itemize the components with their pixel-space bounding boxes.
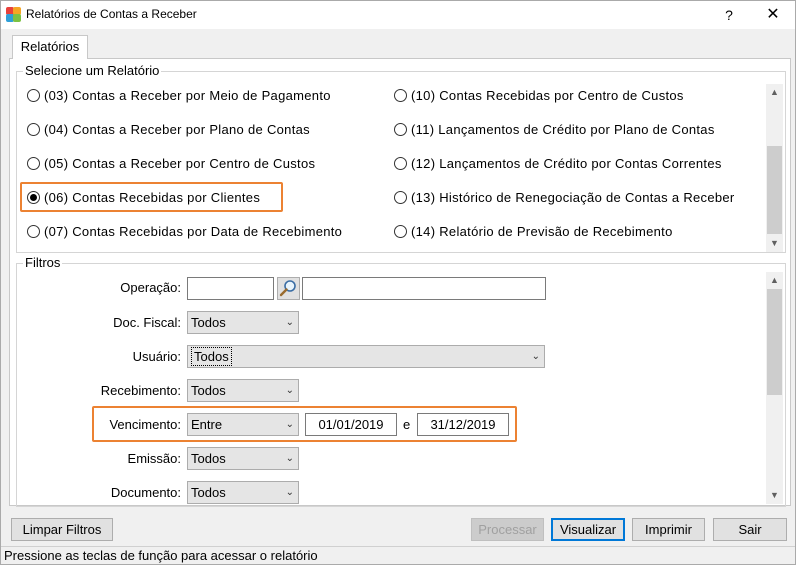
report-option-label: (14) Relatório de Previsão de Recebiment… <box>411 224 673 239</box>
report-option-13[interactable]: (13) Histórico de Renegociação de Contas… <box>394 190 761 205</box>
documento-label: Documento: <box>110 485 181 500</box>
status-text: Pressione as teclas de função para acess… <box>4 548 318 563</box>
doc-fiscal-label: Doc. Fiscal: <box>113 315 181 330</box>
close-button[interactable]: ✕ <box>751 1 795 29</box>
report-option-12[interactable]: (12) Lançamentos de Crédito por Contas C… <box>394 156 722 171</box>
process-button[interactable]: Processar <box>471 518 544 541</box>
chevron-down-icon: ⌄ <box>285 385 294 396</box>
window-title: Relatórios de Contas a Receber <box>26 7 197 21</box>
view-button[interactable]: Visualizar <box>551 518 625 541</box>
clear-filters-button[interactable]: Limpar Filtros <box>11 518 113 541</box>
radio-button[interactable] <box>394 191 407 204</box>
chevron-down-icon: ⌄ <box>285 317 294 328</box>
chevron-down-icon: ⌄ <box>285 453 294 464</box>
emissao-select[interactable]: Todos ⌄ <box>187 447 299 470</box>
filters-legend: Filtros <box>23 255 63 271</box>
radio-button[interactable] <box>27 123 40 136</box>
report-option-11[interactable]: (11) Lançamentos de Crédito por Plano de… <box>394 122 715 137</box>
report-option-03[interactable]: (03) Contas a Receber por Meio de Pagame… <box>27 88 331 103</box>
report-window: Relatórios de Contas a Receber ? ✕ Relat… <box>0 0 796 565</box>
radio-button[interactable] <box>394 123 407 136</box>
report-option-14[interactable]: (14) Relatório de Previsão de Recebiment… <box>394 224 673 239</box>
scroll-down-icon[interactable]: ▼ <box>766 235 783 252</box>
radio-button[interactable] <box>27 225 40 238</box>
usuario-value: Todos <box>191 347 232 366</box>
print-label: Imprimir <box>645 522 692 537</box>
selected-report-highlight <box>20 182 283 212</box>
report-option-label: (11) Lançamentos de Crédito por Plano de… <box>411 122 715 137</box>
operacao-search-button[interactable] <box>277 277 300 300</box>
documento-value: Todos <box>191 485 226 500</box>
tab-panel: Selecione um Relatório (03) Contas a Rec… <box>9 58 791 507</box>
doc-fiscal-select[interactable]: Todos ⌄ <box>187 311 299 334</box>
usuario-select[interactable]: Todos ⌄ <box>187 345 545 368</box>
clear-filters-label: Limpar Filtros <box>22 522 102 537</box>
radio-button[interactable] <box>394 225 407 238</box>
scroll-up-icon[interactable]: ▲ <box>766 84 783 101</box>
recebimento-value: Todos <box>191 383 226 398</box>
documento-select[interactable]: Todos ⌄ <box>187 481 299 504</box>
report-option-label: (04) Contas a Receber por Plano de Conta… <box>44 122 310 137</box>
filters-scrollbar[interactable]: ▲ ▼ <box>766 272 783 504</box>
radio-button[interactable] <box>394 157 407 170</box>
report-selection-group: Selecione um Relatório (03) Contas a Rec… <box>16 63 786 253</box>
recebimento-select[interactable]: Todos ⌄ <box>187 379 299 402</box>
report-selection-legend: Selecione um Relatório <box>23 63 162 79</box>
print-button[interactable]: Imprimir <box>632 518 705 541</box>
radio-button[interactable] <box>27 157 40 170</box>
radio-button[interactable] <box>27 89 40 102</box>
scroll-down-icon[interactable]: ▼ <box>766 487 783 504</box>
report-option-04[interactable]: (04) Contas a Receber por Plano de Conta… <box>27 122 310 137</box>
report-option-label: (07) Contas Recebidas por Data de Recebi… <box>44 224 343 239</box>
filters-group: Filtros Operação: Doc. Fiscal: Todos ⌄ U… <box>16 255 786 507</box>
title-bar: Relatórios de Contas a Receber ? ✕ <box>1 1 795 29</box>
report-option-label: (05) Contas a Receber por Centro de Cust… <box>44 156 316 171</box>
emissao-value: Todos <box>191 451 226 466</box>
report-option-label: (03) Contas a Receber por Meio de Pagame… <box>44 88 331 103</box>
operacao-code-input[interactable] <box>187 277 274 300</box>
chevron-down-icon: ⌄ <box>531 351 540 362</box>
chevron-down-icon: ⌄ <box>285 487 294 498</box>
exit-button[interactable]: Sair <box>713 518 787 541</box>
exit-label: Sair <box>738 522 762 537</box>
status-bar: Pressione as teclas de função para acess… <box>1 546 795 565</box>
report-option-label: (13) Histórico de Renegociação de Contas… <box>411 190 735 205</box>
recebimento-label: Recebimento: <box>100 383 181 398</box>
radio-button[interactable] <box>394 89 407 102</box>
scrollbar-thumb[interactable] <box>767 289 782 395</box>
operacao-label: Operação: <box>120 280 181 295</box>
process-label: Processar <box>478 522 537 537</box>
scrollbar-thumb[interactable] <box>767 146 782 234</box>
report-option-05[interactable]: (05) Contas a Receber por Centro de Cust… <box>27 156 315 171</box>
tab-relatorios[interactable]: Relatórios <box>12 35 88 59</box>
report-option-label: (10) Contas Recebidas por Centro de Cust… <box>411 88 684 103</box>
view-label: Visualizar <box>559 522 617 537</box>
report-option-07[interactable]: (07) Contas Recebidas por Data de Recebi… <box>27 224 342 239</box>
doc-fiscal-value: Todos <box>191 315 226 330</box>
magnifier-icon <box>279 280 296 297</box>
scroll-up-icon[interactable]: ▲ <box>766 272 783 289</box>
reports-scrollbar[interactable]: ▲ ▼ <box>766 84 783 252</box>
app-logo-icon <box>6 7 21 22</box>
report-option-label: (12) Lançamentos de Crédito por Contas C… <box>411 156 722 171</box>
operacao-description-input[interactable] <box>302 277 546 300</box>
help-button[interactable]: ? <box>707 1 751 29</box>
report-option-10[interactable]: (10) Contas Recebidas por Centro de Cust… <box>394 88 684 103</box>
emissao-label: Emissão: <box>127 451 181 466</box>
usuario-label: Usuário: <box>132 349 181 364</box>
vencimento-highlight <box>92 406 517 442</box>
